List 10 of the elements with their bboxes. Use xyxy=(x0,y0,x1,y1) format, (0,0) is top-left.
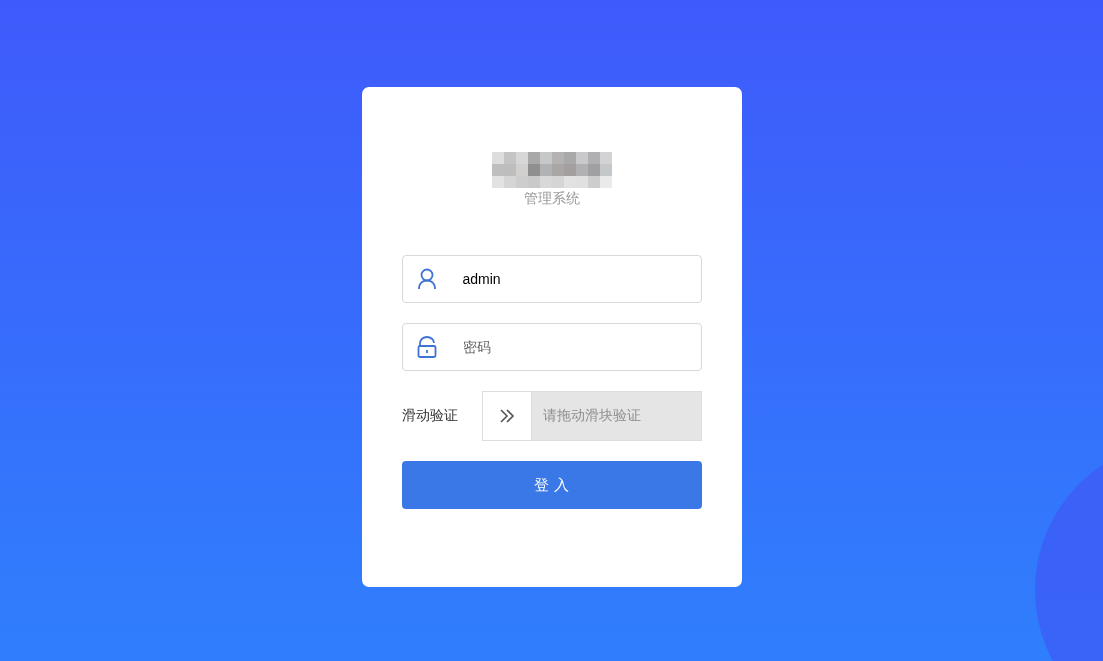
slider-handle[interactable] xyxy=(482,392,532,440)
double-chevron-icon xyxy=(498,409,515,423)
slider-hint: 请拖动滑块验证 xyxy=(542,407,641,425)
login-button[interactable]: 登 入 xyxy=(401,461,702,509)
slider-label: 滑动验证 xyxy=(401,407,459,425)
user-icon xyxy=(416,268,437,290)
username-field[interactable]: admin xyxy=(401,255,702,303)
password-field[interactable]: 密码 xyxy=(401,323,702,371)
system-subtitle: 管理系统 xyxy=(523,189,580,207)
lock-icon xyxy=(416,336,437,358)
